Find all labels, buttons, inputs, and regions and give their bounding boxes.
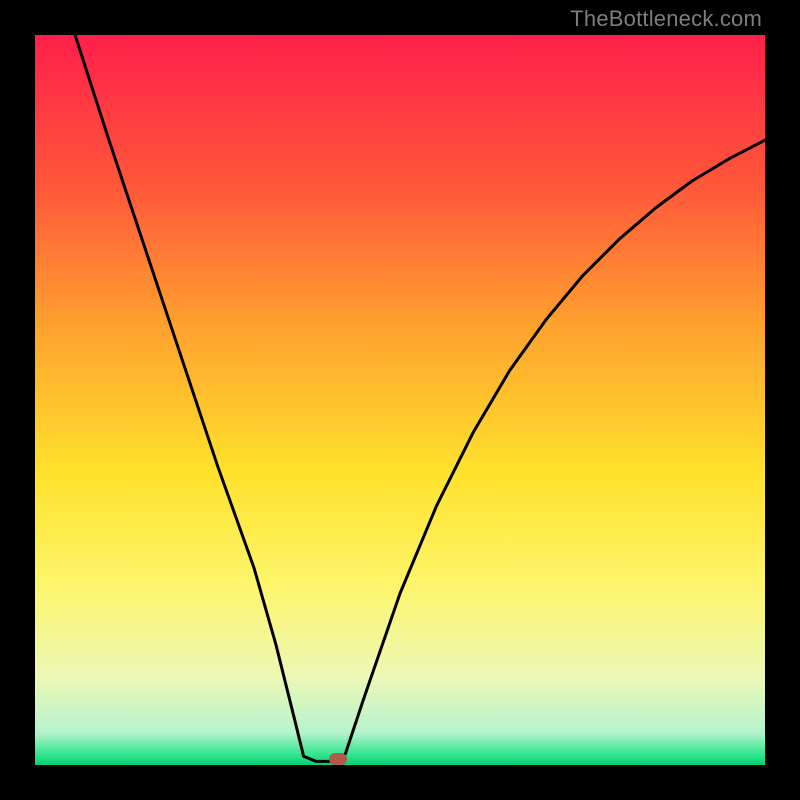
watermark-text: TheBottleneck.com [570,6,762,32]
black-frame: TheBottleneck.com [0,0,800,800]
optimal-point-marker [329,753,347,765]
bottleneck-curve [35,35,765,765]
